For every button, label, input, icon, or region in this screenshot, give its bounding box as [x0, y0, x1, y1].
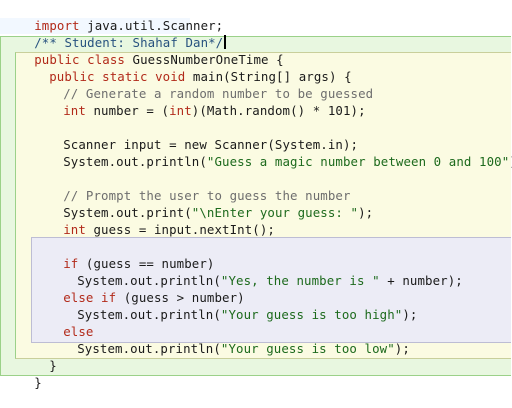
code-line-println-high[interactable]: System.out.println("Your guess is too hi… — [47, 289, 417, 322]
code-line-print-enter[interactable]: System.out.print("\nEnter your guess: ")… — [33, 187, 373, 220]
string-literal: "Yes, the number is " — [220, 273, 380, 288]
code-text: ); — [394, 341, 410, 356]
code-line-comment-random[interactable]: // Generate a random number to be guesse… — [33, 68, 373, 101]
code-line-close-class[interactable]: } — [4, 357, 42, 390]
code-line-close-method[interactable]: } — [19, 340, 57, 373]
code-line-comment-prompt[interactable]: // Prompt the user to guess the number — [33, 170, 351, 203]
code-line-number[interactable]: int number = (int)(Math.random() * 101); — [33, 85, 366, 118]
code-editor[interactable]: import java.util.Scanner; /** Student: S… — [0, 0, 512, 402]
code-line-import[interactable]: import java.util.Scanner; — [4, 0, 223, 33]
code-text: number = ( — [85, 103, 170, 118]
code-line-println-low[interactable]: System.out.println("Your guess is too lo… — [47, 323, 410, 356]
string-literal: "Your guess is too high" — [220, 307, 403, 322]
string-literal: "Guess a magic number between 0 and 100" — [206, 154, 510, 169]
code-text: System.out.println( — [77, 341, 221, 356]
string-literal: "Your guess is too low" — [220, 341, 395, 356]
code-text: guess = input.nextInt(); — [85, 222, 275, 237]
code-line-student-comment[interactable]: /** Student: Shahaf Dan*/ — [4, 17, 226, 50]
code-text: + number); — [379, 273, 463, 288]
closing-brace: } — [49, 358, 57, 373]
closing-brace: } — [34, 375, 42, 390]
code-line-scanner[interactable]: Scanner input = new Scanner(System.in); — [33, 119, 358, 152]
code-text: System.out.println( — [77, 307, 221, 322]
code-line-if[interactable]: if (guess == number) — [33, 238, 214, 271]
code-text: )(Math.random() * 101); — [191, 103, 366, 118]
code-line-else[interactable]: else — [33, 306, 94, 339]
code-text: ); — [358, 205, 374, 220]
code-line-class-declaration[interactable]: public class GuessNumberOneTime { — [4, 34, 284, 67]
code-line-guess[interactable]: int guess = input.nextInt(); — [33, 204, 275, 237]
keyword: int — [169, 103, 192, 118]
code-line-println-intro[interactable]: System.out.println("Guess a magic number… — [33, 136, 512, 169]
code-text: System.out.println( — [63, 154, 207, 169]
keyword: int — [63, 103, 86, 118]
code-line-main-declaration[interactable]: public static void main(String[] args) { — [19, 51, 352, 84]
code-line-else-if[interactable]: else if (guess > number) — [33, 272, 245, 305]
code-text: ); — [402, 307, 418, 322]
keyword: int — [63, 222, 86, 237]
code-line-println-yes[interactable]: System.out.println("Yes, the number is "… — [47, 255, 463, 288]
